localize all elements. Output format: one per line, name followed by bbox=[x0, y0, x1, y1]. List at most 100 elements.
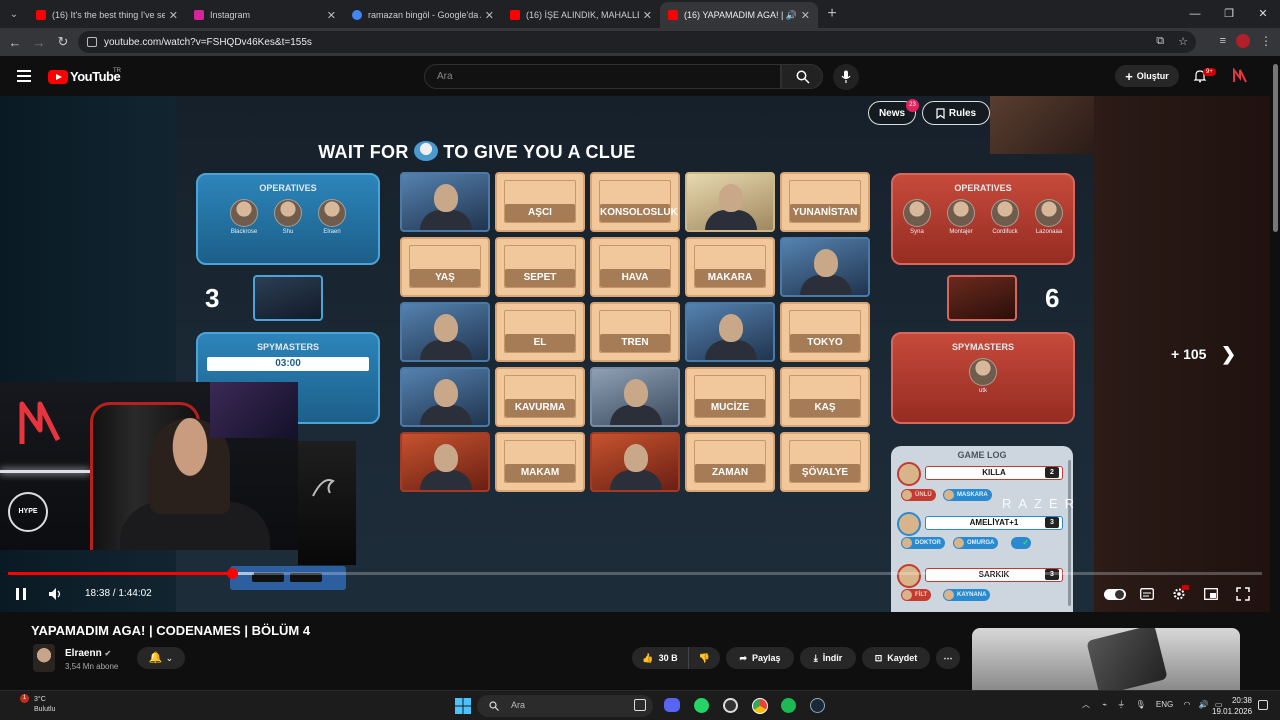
miniplayer-icon[interactable] bbox=[1204, 588, 1218, 600]
word-card[interactable]: AŞCI bbox=[495, 172, 585, 232]
create-button[interactable]: + Oluştur bbox=[1115, 65, 1179, 87]
search-input[interactable]: Ara bbox=[424, 64, 781, 89]
close-tab-icon[interactable]: ✕ bbox=[327, 9, 336, 22]
speaker-icon[interactable]: 🔊 bbox=[786, 10, 797, 21]
subtitles-icon[interactable] bbox=[1140, 588, 1154, 600]
revealed-agent-card[interactable] bbox=[590, 367, 680, 427]
operative[interactable]: Blackrose bbox=[225, 199, 263, 235]
language-indicator[interactable]: ENG bbox=[1156, 700, 1173, 709]
save-button[interactable]: ⊡ Kaydet bbox=[862, 647, 930, 669]
close-tab-icon[interactable]: ✕ bbox=[801, 9, 810, 22]
profile-avatar[interactable] bbox=[1236, 34, 1250, 48]
word-card[interactable]: KAVURMA bbox=[495, 367, 585, 427]
chevron-right-icon[interactable]: ❯ bbox=[1221, 344, 1236, 365]
word-card[interactable]: HAVA bbox=[590, 237, 680, 297]
revealed-agent-card[interactable] bbox=[400, 367, 490, 427]
new-tab-button[interactable]: + bbox=[818, 5, 846, 23]
word-card[interactable]: TREN bbox=[590, 302, 680, 362]
page-scrollbar[interactable] bbox=[1270, 56, 1280, 684]
install-app-icon[interactable]: ⧉ bbox=[1156, 35, 1164, 48]
taskbar-clock[interactable]: 20:38 19.01.2026 bbox=[1212, 695, 1252, 717]
search-button[interactable] bbox=[781, 64, 823, 89]
word-card[interactable]: ZAMAN bbox=[685, 432, 775, 492]
url-field[interactable]: youtube.com/watch?v=FSHQDv46Kes&t=155s ⧉… bbox=[78, 31, 1196, 53]
browser-menu-icon[interactable]: ⋮ bbox=[1260, 34, 1272, 48]
network-icon[interactable]: ⌁ bbox=[1102, 700, 1107, 709]
back-icon[interactable]: ← bbox=[3, 35, 27, 50]
pause-icon[interactable] bbox=[15, 587, 27, 601]
notification-center-icon[interactable] bbox=[1258, 700, 1268, 710]
progress-bar[interactable] bbox=[8, 568, 1262, 579]
word-card[interactable]: MAKARA bbox=[685, 237, 775, 297]
recommended-video-thumbnail[interactable] bbox=[972, 628, 1240, 690]
account-avatar[interactable] bbox=[1232, 68, 1248, 84]
reload-icon[interactable]: ↻ bbox=[51, 34, 75, 50]
forward-icon[interactable]: → bbox=[27, 35, 51, 50]
more-actions-button[interactable]: ⋯ bbox=[936, 647, 960, 669]
word-card[interactable]: ŞÖVALYE bbox=[780, 432, 870, 492]
revealed-agent-card[interactable] bbox=[590, 432, 680, 492]
revealed-agent-card[interactable] bbox=[400, 302, 490, 362]
game-launcher-icon[interactable] bbox=[723, 698, 738, 713]
site-info-icon[interactable] bbox=[87, 37, 97, 47]
close-tab-icon[interactable]: ✕ bbox=[485, 9, 494, 22]
browser-tab[interactable]: (16) It's the best thing I've seen ✕ bbox=[28, 2, 186, 28]
youtube-logo[interactable]: YouTube bbox=[48, 69, 121, 84]
dislike-button[interactable]: 👎 bbox=[688, 647, 720, 669]
operative[interactable]: Cordifuck bbox=[986, 199, 1024, 235]
channel-name[interactable]: Elraenn ✔ bbox=[65, 648, 111, 659]
mic-tray-icon[interactable]: 🎙 bbox=[1136, 700, 1146, 709]
revealed-agent-card[interactable] bbox=[685, 172, 775, 232]
revealed-agent-card[interactable] bbox=[685, 302, 775, 362]
hamburger-menu-icon[interactable] bbox=[17, 70, 31, 82]
usb-icon[interactable]: ⏚ bbox=[1117, 700, 1125, 709]
taskbar-search[interactable]: Ara bbox=[477, 695, 653, 717]
video-player[interactable]: News 23 Rules WAIT FOR TO GIVE YOU A CLU… bbox=[0, 96, 1270, 612]
minimize-icon[interactable]: — bbox=[1178, 0, 1212, 28]
word-card[interactable]: TOKYO bbox=[780, 302, 870, 362]
whatsapp-icon[interactable] bbox=[694, 698, 709, 713]
browser-tab[interactable]: ramazan bingöl - Google'da Ara ✕ bbox=[344, 2, 502, 28]
media-controls-icon[interactable]: ≡ bbox=[1220, 35, 1226, 47]
browser-tab[interactable]: (16) İŞE ALINDIK, MAHALLEYE A ✕ bbox=[502, 2, 660, 28]
weather-widget[interactable]: 3°C Bulutlu bbox=[34, 695, 55, 715]
word-card[interactable]: SEPET bbox=[495, 237, 585, 297]
restore-icon[interactable]: ❐ bbox=[1212, 0, 1246, 28]
voice-search-button[interactable] bbox=[833, 64, 859, 90]
share-button[interactable]: ➦ Paylaş bbox=[726, 647, 794, 669]
subscription-bell-button[interactable]: 🔔 ⌄ bbox=[137, 647, 185, 669]
like-button[interactable]: 👍 30 B bbox=[632, 647, 688, 669]
browser-tab[interactable]: Instagram ✕ bbox=[186, 2, 344, 28]
spymaster[interactable]: utk bbox=[964, 358, 1002, 394]
channel-avatar[interactable] bbox=[33, 644, 55, 672]
word-card[interactable]: MAKAM bbox=[495, 432, 585, 492]
revealed-agent-card[interactable] bbox=[400, 432, 490, 492]
volume-icon[interactable] bbox=[48, 587, 62, 601]
task-view-icon[interactable] bbox=[634, 699, 646, 711]
spotify-icon[interactable] bbox=[781, 698, 796, 713]
wifi-icon[interactable]: ◠ bbox=[1184, 700, 1191, 709]
word-card[interactable]: KAŞ bbox=[780, 367, 870, 427]
bookmark-star-icon[interactable]: ☆ bbox=[1178, 35, 1188, 48]
operative[interactable]: Montajer bbox=[942, 199, 980, 235]
steam-icon[interactable] bbox=[810, 698, 825, 713]
download-button[interactable]: ⤓ İndir bbox=[800, 647, 856, 669]
close-tab-icon[interactable]: ✕ bbox=[169, 9, 178, 22]
scrollbar-thumb[interactable] bbox=[1273, 64, 1278, 232]
discord-icon[interactable] bbox=[664, 698, 680, 712]
word-card[interactable]: MUCİZE bbox=[685, 367, 775, 427]
speaker-tray-icon[interactable]: 🔊 bbox=[1199, 700, 1209, 709]
chevron-up-icon[interactable]: ︿ bbox=[1082, 700, 1090, 709]
autoplay-toggle[interactable] bbox=[1104, 589, 1126, 600]
fullscreen-icon[interactable] bbox=[1236, 587, 1250, 601]
word-card[interactable]: YUNANİSTAN bbox=[780, 172, 870, 232]
revealed-agent-card[interactable] bbox=[400, 172, 490, 232]
operative[interactable]: Elraen bbox=[313, 199, 351, 235]
chrome-icon[interactable] bbox=[752, 698, 768, 714]
windows-start-icon[interactable] bbox=[455, 698, 471, 714]
operative[interactable]: Shu bbox=[269, 199, 307, 235]
close-window-icon[interactable]: ✕ bbox=[1246, 0, 1280, 28]
word-card[interactable]: KONSOLOSLUK bbox=[590, 172, 680, 232]
operative[interactable]: Syna bbox=[898, 199, 936, 235]
word-card[interactable]: EL bbox=[495, 302, 585, 362]
